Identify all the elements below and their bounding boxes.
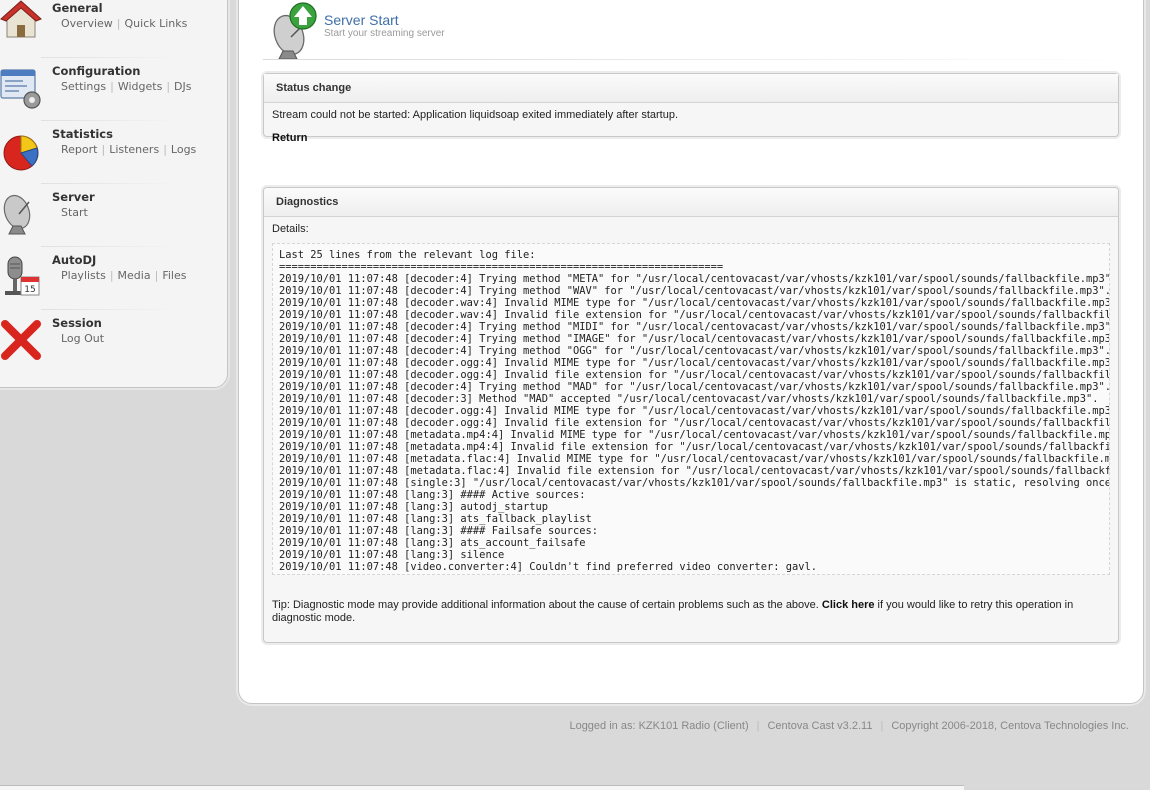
- diagnostic-tip: Tip: Diagnostic mode may provide additio…: [272, 599, 1110, 625]
- nav-title-session[interactable]: Session: [52, 316, 102, 330]
- diagnostics-panel: Diagnostics Details: Last 25 lines from …: [263, 187, 1119, 643]
- nav-link-quick-links[interactable]: Quick Links: [125, 17, 188, 30]
- nav-links-server: Start: [61, 206, 88, 219]
- nav-link-start[interactable]: Start: [61, 206, 88, 219]
- nav-divider: [41, 309, 181, 310]
- link-separator: |: [101, 143, 106, 156]
- main-panel: Server Start Start your streaming server…: [238, 0, 1144, 704]
- nav-group-autodj: 15 AutoDJ Playlists | Media | Files: [0, 253, 215, 316]
- log-output-text: Last 25 lines from the relevant log file…: [279, 249, 1110, 573]
- nav-link-widgets[interactable]: Widgets: [118, 80, 162, 93]
- microphone-calendar-icon[interactable]: 15: [0, 255, 43, 299]
- link-separator: |: [154, 269, 159, 282]
- link-separator: |: [166, 80, 171, 93]
- footer: Logged in as: KZK101 Radio (Client) | Cent…: [569, 720, 1129, 732]
- nav-link-media[interactable]: Media: [118, 269, 151, 282]
- nav-divider: [41, 246, 181, 247]
- diagnostics-body: Details: Last 25 lines from the relevant…: [264, 217, 1118, 631]
- log-output-area[interactable]: Last 25 lines from the relevant log file…: [272, 243, 1110, 575]
- nav-link-overview[interactable]: Overview: [61, 17, 113, 30]
- satellite-dish-icon[interactable]: [0, 192, 43, 236]
- status-message: Stream could not be started: Application…: [272, 109, 679, 121]
- logged-in-text: Logged in as: KZK101 Radio (Client): [569, 720, 749, 732]
- nav-link-files[interactable]: Files: [162, 269, 186, 282]
- page-header: Server Start Start your streaming server: [267, 1, 867, 61]
- status-change-panel: Status change Stream could not be starte…: [263, 73, 1119, 144]
- status-change-title: Status change: [264, 74, 1118, 103]
- nav-link-listeners[interactable]: Listeners: [109, 143, 159, 156]
- footer-separator: |: [880, 720, 884, 732]
- link-separator: |: [116, 17, 121, 30]
- diagnostics-title: Diagnostics: [264, 188, 1118, 217]
- nav-link-report[interactable]: Report: [61, 143, 97, 156]
- nav-links-autodj: Playlists | Media | Files: [61, 269, 186, 282]
- config-window-icon[interactable]: [0, 66, 43, 110]
- nav-link-playlists[interactable]: Playlists: [61, 269, 106, 282]
- nav-links-session: Log Out: [61, 332, 104, 345]
- nav-group-configuration: Configuration Settings | Widgets | DJs: [0, 64, 215, 127]
- version-text: Centova Cast v3.2.11: [767, 720, 873, 732]
- nav-link-logs[interactable]: Logs: [171, 143, 196, 156]
- nav-title-statistics[interactable]: Statistics: [52, 127, 113, 141]
- sidebar: General Overview | Quick Links Configurati…: [0, 0, 228, 388]
- horizontal-scrollbar[interactable]: [0, 785, 964, 790]
- nav-divider: [41, 57, 181, 58]
- diagnostic-mode-link[interactable]: Click here: [822, 599, 875, 611]
- link-separator: |: [163, 143, 167, 156]
- nav-link-log-out[interactable]: Log Out: [61, 332, 104, 345]
- nav-title-general[interactable]: General: [52, 1, 103, 15]
- nav-group-server: Server Start: [0, 190, 215, 253]
- nav-title-configuration[interactable]: Configuration: [52, 64, 140, 78]
- copyright-text: Copyright 2006-2018, Centova Technologie…: [891, 720, 1129, 732]
- nav-title-server[interactable]: Server: [52, 190, 95, 204]
- page-title: Server Start: [324, 12, 399, 28]
- nav-divider: [41, 120, 181, 121]
- link-separator: |: [110, 80, 114, 93]
- satellite-dish-up-arrow-icon: [273, 2, 317, 59]
- nav-group-general: General Overview | Quick Links: [0, 0, 215, 64]
- pie-chart-icon[interactable]: [0, 129, 43, 173]
- red-x-icon[interactable]: [0, 318, 43, 362]
- nav-links-configuration: Settings | Widgets | DJs: [61, 80, 191, 93]
- header-divider: [263, 59, 1143, 60]
- footer-separator: |: [756, 720, 760, 732]
- nav-title-autodj[interactable]: AutoDJ: [52, 253, 96, 267]
- nav-group-statistics: Statistics Report | Listeners | Logs: [0, 127, 215, 190]
- nav-link-djs[interactable]: DJs: [174, 80, 191, 93]
- details-label: Details:: [272, 223, 309, 235]
- nav-links-general: Overview | Quick Links: [61, 17, 187, 30]
- nav-group-session: Session Log Out: [0, 316, 215, 379]
- tip-text-before: Tip: Diagnostic mode may provide additio…: [272, 599, 822, 611]
- page-subtitle: Start your streaming server: [324, 28, 445, 39]
- link-separator: |: [109, 269, 114, 282]
- nav-divider: [41, 183, 181, 184]
- house-icon[interactable]: [0, 0, 43, 43]
- status-change-body: Stream could not be started: Application…: [264, 103, 1118, 150]
- nav-links-statistics: Report | Listeners | Logs: [61, 143, 196, 156]
- nav-link-settings[interactable]: Settings: [61, 80, 106, 93]
- return-link[interactable]: Return: [272, 132, 1110, 144]
- svg-text:15: 15: [24, 285, 35, 295]
